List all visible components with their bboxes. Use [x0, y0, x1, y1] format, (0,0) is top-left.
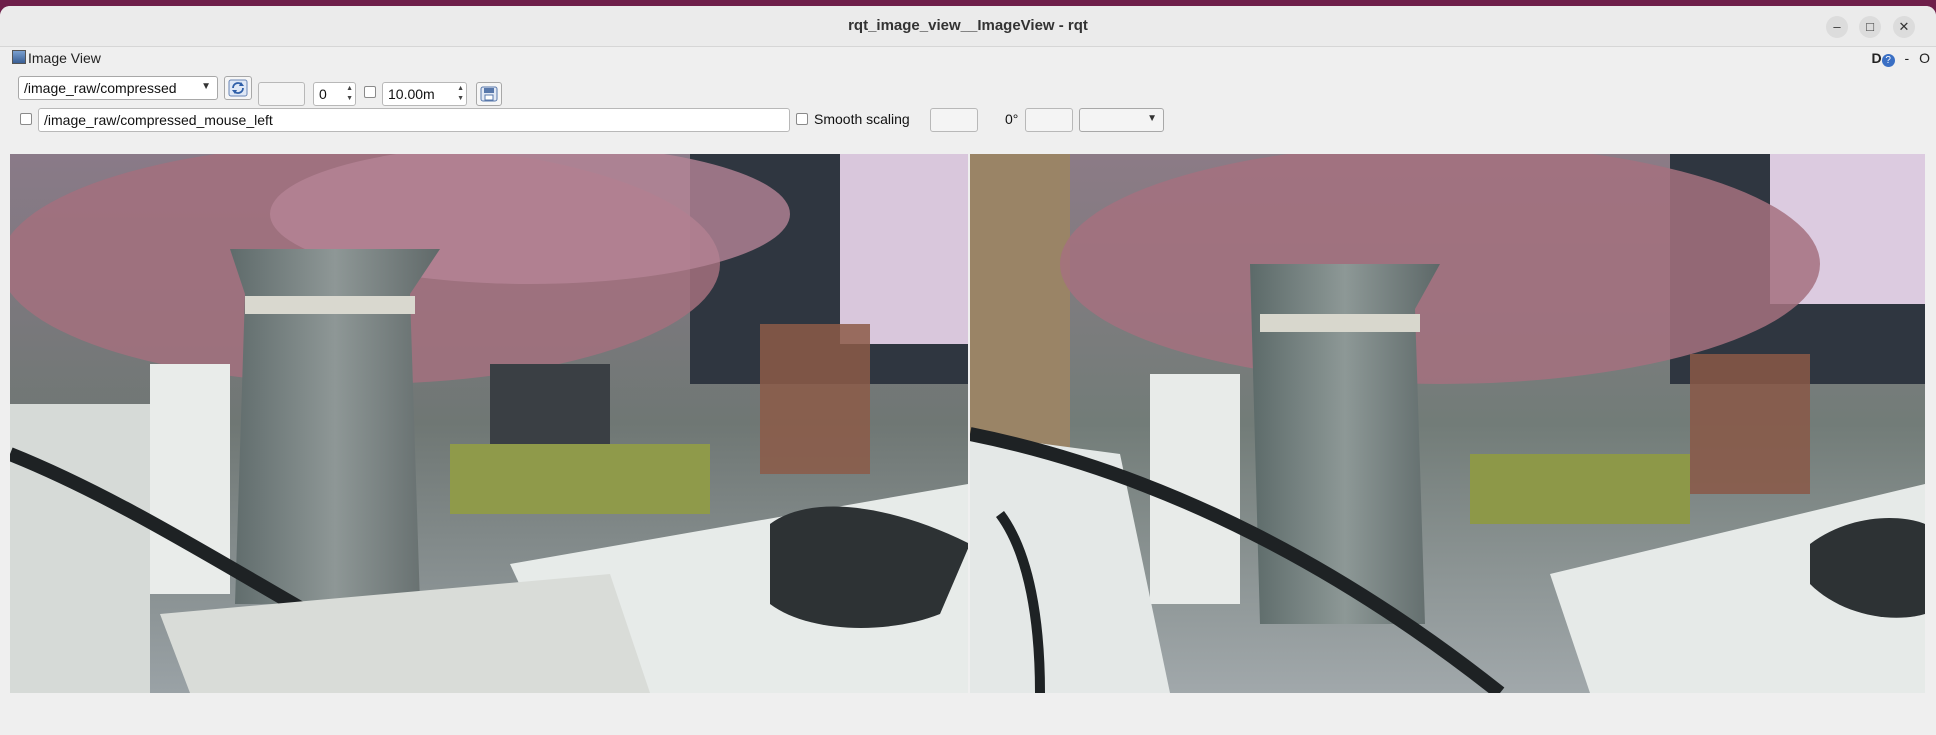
dock-close-button[interactable]: O — [1919, 50, 1930, 66]
save-icon — [480, 86, 498, 102]
minimize-button[interactable]: – — [1826, 16, 1848, 38]
title-bar: rqt_image_view__ImageView - rqt – □ ✕ — [0, 6, 1936, 47]
spin-arrows-icon: ▲ ▼ — [457, 85, 464, 102]
image-view-icon — [12, 50, 26, 64]
mouse-topic-input[interactable]: /image_raw/compressed_mouse_left — [38, 108, 790, 132]
color-scheme-combo[interactable]: ▼ — [1079, 108, 1164, 132]
numeric-spinbox-value: 0 — [319, 86, 327, 102]
dock-minimize-button[interactable]: - — [1905, 50, 1910, 66]
camera-image-left[interactable] — [10, 154, 968, 693]
rotation-field[interactable] — [1025, 108, 1073, 132]
maximize-button[interactable]: □ — [1859, 16, 1881, 38]
duration-spinbox[interactable]: 10.00m ▲ ▼ — [382, 82, 467, 106]
close-button[interactable]: ✕ — [1893, 16, 1915, 38]
camera-image-right[interactable] — [970, 154, 1925, 693]
dock-buttons: D? - O — [1872, 50, 1930, 67]
blank-field-1[interactable] — [258, 82, 305, 106]
dock-title: Image View — [28, 50, 101, 66]
topic-combo-value: /image_raw/compressed — [24, 80, 177, 96]
app-window: rqt_image_view__ImageView - rqt – □ ✕ Im… — [0, 6, 1936, 735]
duration-spinbox-value: 10.00m — [388, 86, 435, 102]
chevron-down-icon: ▼ — [201, 81, 211, 92]
duration-checkbox[interactable] — [364, 86, 376, 98]
mouse-publish-checkbox[interactable] — [20, 113, 32, 125]
mouse-topic-input-value: /image_raw/compressed_mouse_left — [44, 112, 273, 128]
blank-field-2[interactable] — [930, 108, 978, 132]
window-title: rqt_image_view__ImageView - rqt — [848, 17, 1088, 34]
topic-combo[interactable]: /image_raw/compressed ▼ — [18, 76, 218, 100]
dock-d-button[interactable]: D — [1872, 50, 1882, 66]
rotation-label: 0° — [1005, 111, 1019, 127]
smooth-scaling-label: Smooth scaling — [814, 111, 910, 127]
refresh-icon — [228, 79, 248, 97]
help-icon[interactable]: ? — [1881, 54, 1895, 67]
smooth-scaling-checkbox[interactable] — [796, 113, 808, 125]
dock-header: Image View — [12, 50, 101, 68]
refresh-button[interactable] — [224, 76, 252, 100]
save-image-button[interactable] — [476, 82, 502, 106]
chevron-down-icon: ▼ — [1147, 113, 1157, 124]
numeric-spinbox[interactable]: 0 ▲ ▼ — [313, 82, 356, 106]
spin-arrows-icon: ▲ ▼ — [346, 85, 353, 102]
